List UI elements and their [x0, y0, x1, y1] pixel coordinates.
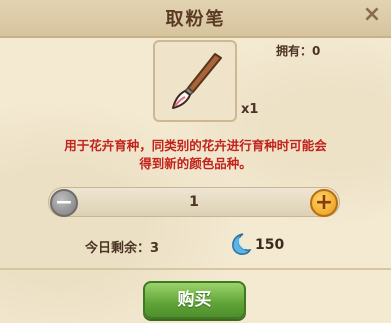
item-description: 用于花卉育种，同类别的花卉进行育种时可能会 得到新的颜色品种。	[18, 137, 373, 173]
description-line-2: 得到新的颜色品种。	[139, 156, 252, 171]
title-bar: 取粉笔 ×	[0, 0, 391, 38]
dialog-title: 取粉笔	[165, 9, 226, 30]
moon-icon	[232, 233, 252, 255]
purchase-dialog: 取粉笔 × x1 拥有：0 用于花卉育种，同类别的花卉进行育种时可能会 得到新的…	[0, 0, 391, 323]
item-frame	[153, 40, 237, 122]
quantity-stepper: − 1 +	[48, 187, 340, 217]
price-amount: 150	[255, 237, 285, 253]
daily-remaining: 今日剩余：3	[85, 241, 160, 256]
owned-count: 拥有：0	[276, 44, 321, 58]
close-icon[interactable]: ×	[359, 2, 385, 28]
quantity-value: 1	[189, 194, 199, 210]
brush-icon	[172, 53, 222, 109]
buy-button[interactable]: 购买	[143, 281, 246, 319]
divider	[0, 268, 391, 270]
item-quantity-label: x1	[241, 102, 259, 117]
increase-button[interactable]: +	[310, 189, 338, 217]
description-line-1: 用于花卉育种，同类别的花卉进行育种时可能会	[64, 138, 327, 153]
